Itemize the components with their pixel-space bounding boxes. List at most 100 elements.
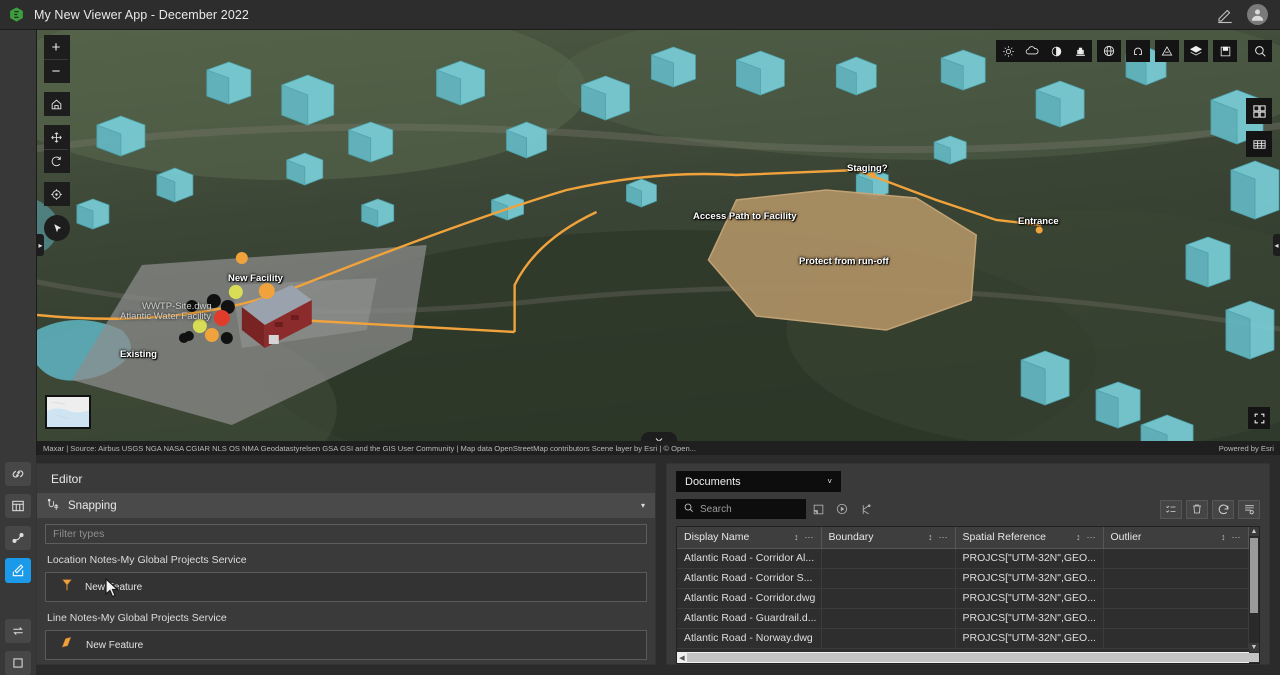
documents-dropdown-value: Documents — [685, 476, 741, 488]
magnet-measure-icon[interactable] — [1126, 40, 1150, 62]
grid-layout-icon[interactable] — [1246, 98, 1272, 124]
branch-filter-icon[interactable] — [854, 499, 878, 519]
compass-target-icon[interactable] — [44, 182, 68, 206]
sort-icon[interactable]: ↕ — [1221, 532, 1226, 542]
cell-outlier — [1103, 608, 1248, 628]
sort-icon[interactable]: ↕ — [928, 532, 933, 542]
map-attribution: Maxar | Source: Airbus USGS NGA NASA CGI… — [37, 441, 1280, 455]
feature-template-new-feature-point[interactable]: New Feature — [45, 572, 647, 602]
documents-right-actions — [1160, 500, 1260, 519]
snapping-label: Snapping — [68, 500, 117, 512]
sun-icon[interactable] — [996, 40, 1020, 62]
cell-display-name: Atlantic Road - Corridor Al... — [677, 548, 821, 568]
user-avatar-icon[interactable] — [1247, 4, 1268, 25]
overview-map[interactable] — [45, 395, 91, 429]
column-label: Boundary — [829, 531, 874, 543]
scene-view[interactable]: Staging? Access Path to Facility Entranc… — [36, 30, 1280, 455]
horizontal-scroll-thumb[interactable] — [687, 653, 1260, 662]
table-vertical-scrollbar[interactable]: ▲ ▼ — [1249, 527, 1259, 652]
rail-item-attachments[interactable] — [5, 462, 31, 486]
column-header-display-name[interactable]: Display Name ↕⋯ — [677, 527, 821, 548]
triangle-elevation-icon[interactable] — [1155, 40, 1179, 62]
fullscreen-expand-icon[interactable] — [1248, 407, 1270, 429]
table-row[interactable]: Atlantic Road - Norway.dwg PROJCS["UTM-3… — [677, 628, 1260, 648]
cell-outlier — [1103, 568, 1248, 588]
table-row[interactable]: Atlantic Road - Corridor.dwg PROJCS["UTM… — [677, 588, 1260, 608]
right-panel-handle[interactable]: ◂ — [1273, 234, 1280, 256]
documents-dropdown[interactable]: Documents ˅ — [676, 471, 841, 492]
rotate-reset-icon[interactable] — [44, 149, 68, 173]
filter-types-input[interactable] — [45, 524, 647, 544]
search-icon[interactable] — [1248, 40, 1272, 62]
rail-item-table[interactable] — [5, 494, 31, 518]
table-row[interactable]: Atlantic Road - Corridor S... PROJCS["UT… — [677, 568, 1260, 588]
slides-filmstrip-icon[interactable] — [1246, 131, 1272, 157]
documents-toolbar: Documents ˅ — [667, 464, 1269, 519]
cell-display-name: Atlantic Road - Corridor.dwg — [677, 588, 821, 608]
app-title: My New Viewer App - December 2022 — [34, 8, 249, 22]
trash-icon[interactable] — [1186, 500, 1208, 519]
column-menu-icon[interactable]: ⋯ — [939, 532, 948, 543]
snapping-section-header[interactable]: Snapping ▾ — [37, 493, 655, 518]
cursor-arrow-icon[interactable] — [44, 215, 70, 241]
feature-template-new-feature-line[interactable]: New Feature — [45, 630, 647, 660]
chevron-down-icon[interactable]: ▾ — [641, 501, 645, 510]
column-menu-icon[interactable]: ⋯ — [805, 532, 814, 543]
layers-stack-icon[interactable] — [1184, 40, 1208, 62]
home-icon[interactable] — [44, 92, 68, 116]
table-row[interactable]: Atlantic Road - Guardrail.d... PROJCS["U… — [677, 608, 1260, 628]
documents-table: Display Name ↕⋯ Boundary ↕⋯ Spatial Refe… — [676, 526, 1260, 664]
cell-spatial-reference: PROJCS["UTM-32N",GEO... — [955, 568, 1103, 588]
scroll-left-arrow[interactable]: ◀ — [677, 654, 687, 662]
scroll-up-arrow[interactable]: ▲ — [1249, 527, 1259, 536]
table-settings-icon[interactable] — [1238, 500, 1260, 519]
search-input[interactable] — [700, 504, 799, 515]
column-header-spatial-reference[interactable]: Spatial Reference ↕ ⋯ — [955, 527, 1103, 548]
left-panel-handle[interactable]: ▸ — [37, 234, 44, 256]
point-pin-icon — [60, 577, 74, 598]
checklist-icon[interactable] — [1160, 500, 1182, 519]
pan-move-icon[interactable] — [44, 125, 68, 149]
scroll-down-arrow[interactable]: ▼ — [1249, 643, 1259, 652]
zoom-selection-icon[interactable] — [806, 499, 830, 519]
play-circle-icon[interactable] — [830, 499, 854, 519]
globe-icon[interactable] — [1097, 40, 1121, 62]
table-header-row: Display Name ↕⋯ Boundary ↕⋯ Spatial Refe… — [677, 527, 1260, 548]
save-disk-icon[interactable] — [1213, 40, 1237, 62]
content-area: Staging? Access Path to Facility Entranc… — [36, 30, 1280, 675]
cloud-icon[interactable] — [1020, 40, 1044, 62]
column-menu-icon[interactable]: ⋯ — [1232, 532, 1241, 543]
pencil-edit-icon[interactable] — [1216, 6, 1234, 24]
editor-panel: Editor Snapping ▾ Location Notes-My Glob… — [36, 463, 656, 665]
zoom-out-button[interactable]: − — [44, 59, 68, 83]
refresh-icon[interactable] — [1212, 500, 1234, 519]
cell-outlier — [1103, 588, 1248, 608]
contrast-circle-icon[interactable] — [1044, 40, 1068, 62]
search-box[interactable] — [676, 499, 806, 519]
zoom-in-button[interactable]: + — [44, 35, 68, 59]
search-icon — [683, 500, 694, 518]
rail-item-measure[interactable] — [5, 526, 31, 550]
column-menu-icon[interactable]: ⋯ — [1087, 532, 1096, 543]
rail-item-stop[interactable] — [5, 651, 31, 675]
column-label: Spatial Reference — [963, 531, 1046, 543]
rail-item-editor[interactable] — [5, 558, 31, 582]
column-header-boundary[interactable]: Boundary ↕ ⋯ — [821, 527, 955, 548]
app-body: Staging? Access Path to Facility Entranc… — [0, 30, 1280, 675]
table-horizontal-scrollbar[interactable]: ◀ ▶ — [677, 652, 1249, 663]
scene-graphics — [37, 30, 1280, 455]
cell-spatial-reference: PROJCS["UTM-32N",GEO... — [955, 628, 1103, 648]
documents-actions — [676, 499, 1260, 519]
chevron-down-icon: ˅ — [827, 477, 832, 486]
sort-icon[interactable]: ↕ — [1076, 532, 1081, 542]
table-body: Atlantic Road - Corridor Al... PROJCS["U… — [677, 548, 1260, 648]
cell-outlier — [1103, 548, 1248, 568]
building-shadow-icon[interactable] — [1068, 40, 1092, 62]
column-header-outlier[interactable]: Outlier ↕⋯ — [1103, 527, 1248, 548]
cube-logo-icon — [8, 6, 25, 23]
sort-icon[interactable]: ↕ — [794, 532, 799, 542]
table-row[interactable]: Atlantic Road - Corridor Al... PROJCS["U… — [677, 548, 1260, 568]
vertical-scroll-thumb[interactable] — [1250, 538, 1258, 613]
cell-display-name: Atlantic Road - Guardrail.d... — [677, 608, 821, 628]
rail-item-compare[interactable] — [5, 619, 31, 643]
